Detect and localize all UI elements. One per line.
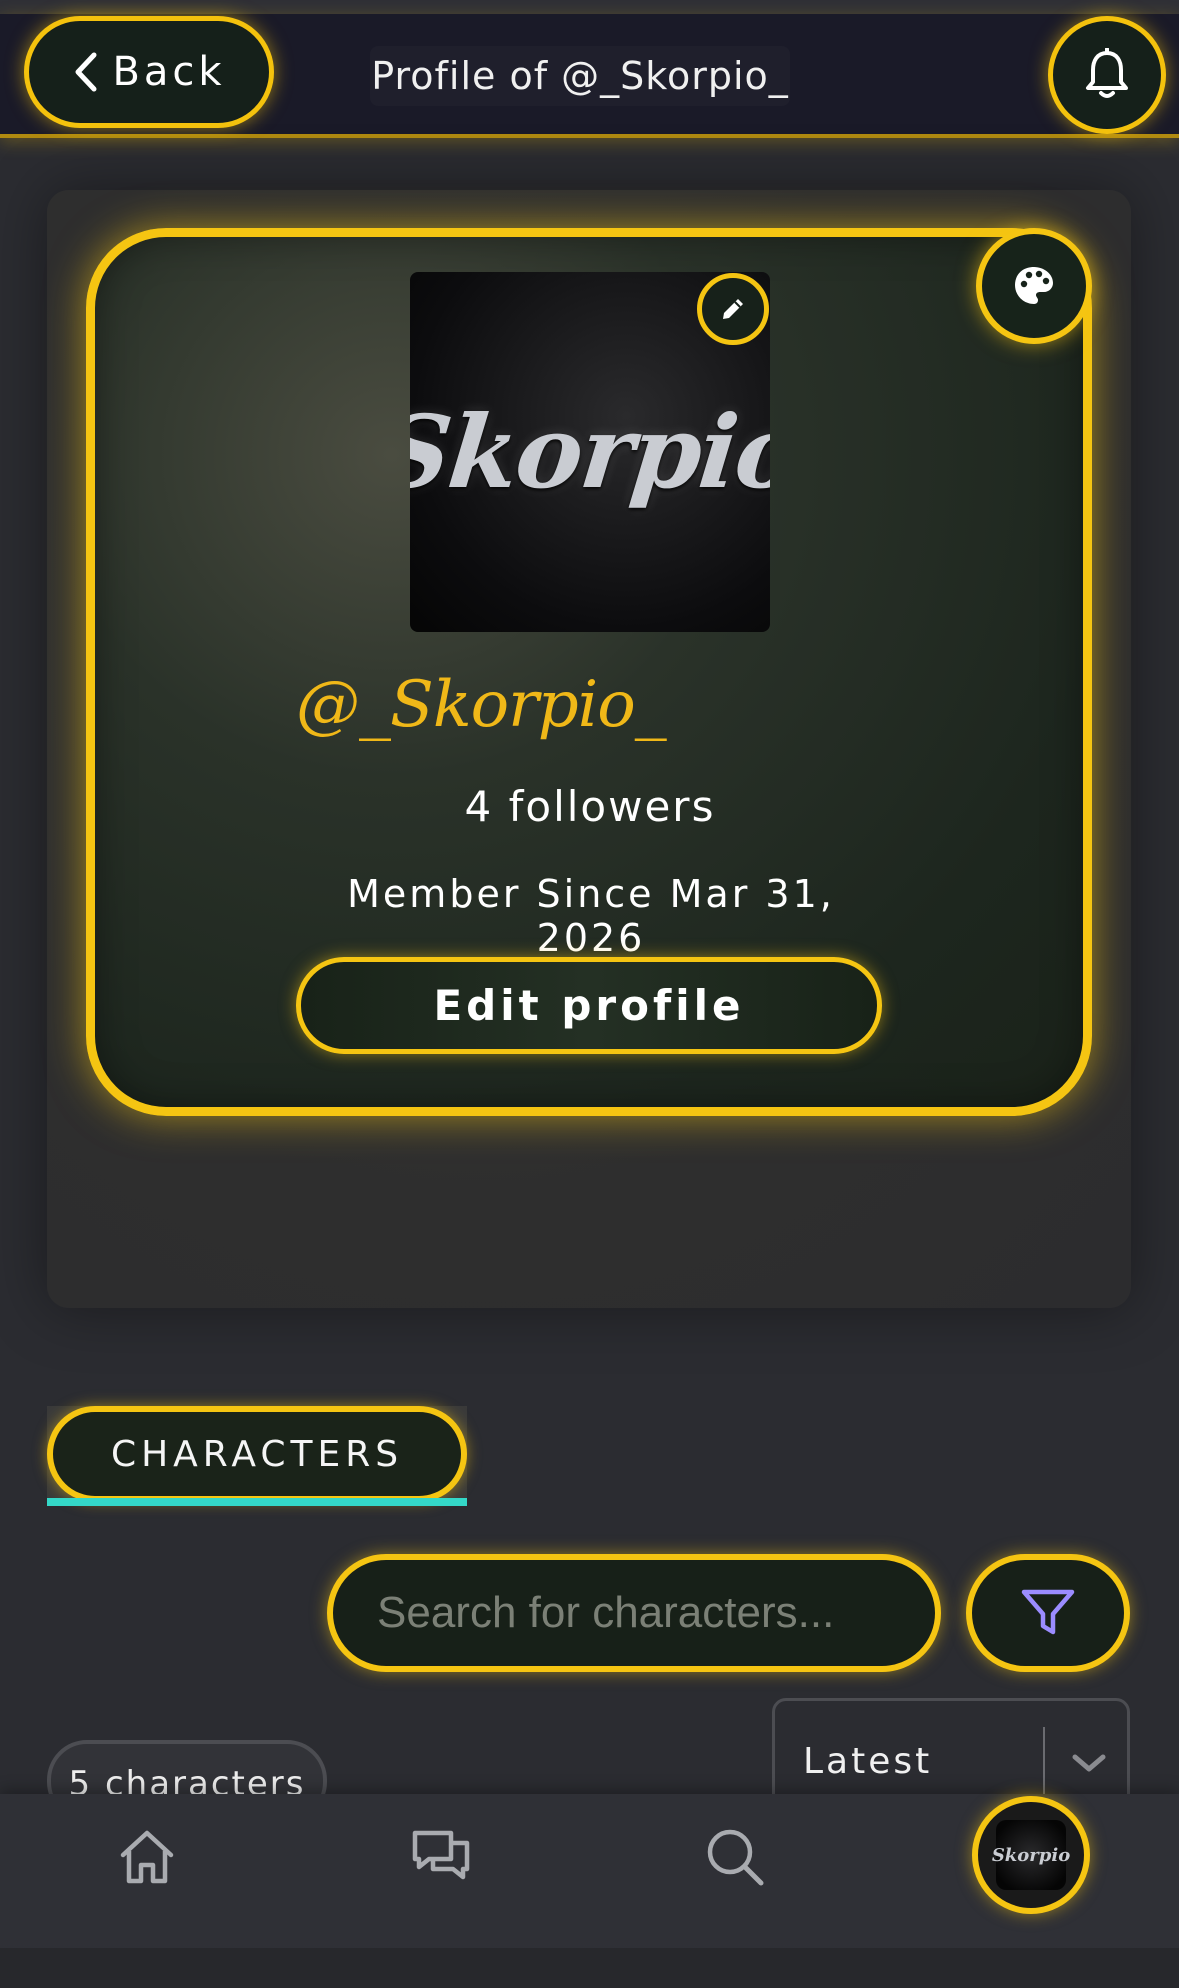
theme-palette-button[interactable] bbox=[976, 228, 1092, 344]
followers-count[interactable]: 4 followers bbox=[300, 782, 880, 842]
tab-characters[interactable]: CHARACTERS bbox=[47, 1406, 467, 1502]
back-label: Back bbox=[112, 49, 226, 95]
chat-icon bbox=[412, 1830, 470, 1880]
page-title: Profile of @_Skorpio_ bbox=[370, 46, 790, 106]
profile-username: @_Skorpio_ bbox=[296, 668, 667, 742]
member-since: Member Since Mar 31, 2026 bbox=[347, 872, 835, 960]
nav-avatar-image: Skorpio bbox=[992, 1820, 1070, 1890]
character-search-input[interactable] bbox=[327, 1554, 941, 1672]
edit-profile-button[interactable]: Edit profile bbox=[296, 957, 882, 1054]
active-tab-indicator bbox=[47, 1498, 467, 1506]
nav-chats[interactable] bbox=[406, 1822, 476, 1892]
back-button[interactable]: Back bbox=[24, 16, 274, 128]
edit-avatar-button[interactable] bbox=[697, 273, 769, 345]
home-icon bbox=[120, 1830, 174, 1884]
pencil-icon bbox=[723, 299, 743, 319]
status-strip bbox=[0, 0, 1179, 14]
palette-icon bbox=[1015, 267, 1053, 304]
chevron-down-icon bbox=[1072, 1754, 1106, 1772]
nav-profile-avatar[interactable]: Skorpio bbox=[972, 1796, 1090, 1914]
nav-home[interactable] bbox=[112, 1822, 182, 1892]
bottom-strip bbox=[0, 1948, 1179, 1988]
bell-icon bbox=[1086, 48, 1128, 98]
avatar-logo: Skorpio bbox=[410, 393, 770, 511]
filter-button[interactable] bbox=[966, 1554, 1130, 1672]
notifications-button[interactable] bbox=[1048, 16, 1166, 134]
filter-icon bbox=[1021, 1589, 1075, 1635]
sort-value: Latest bbox=[803, 1741, 933, 1782]
search-icon bbox=[707, 1829, 764, 1886]
chevron-left-icon bbox=[75, 52, 97, 92]
nav-search[interactable] bbox=[700, 1822, 770, 1892]
